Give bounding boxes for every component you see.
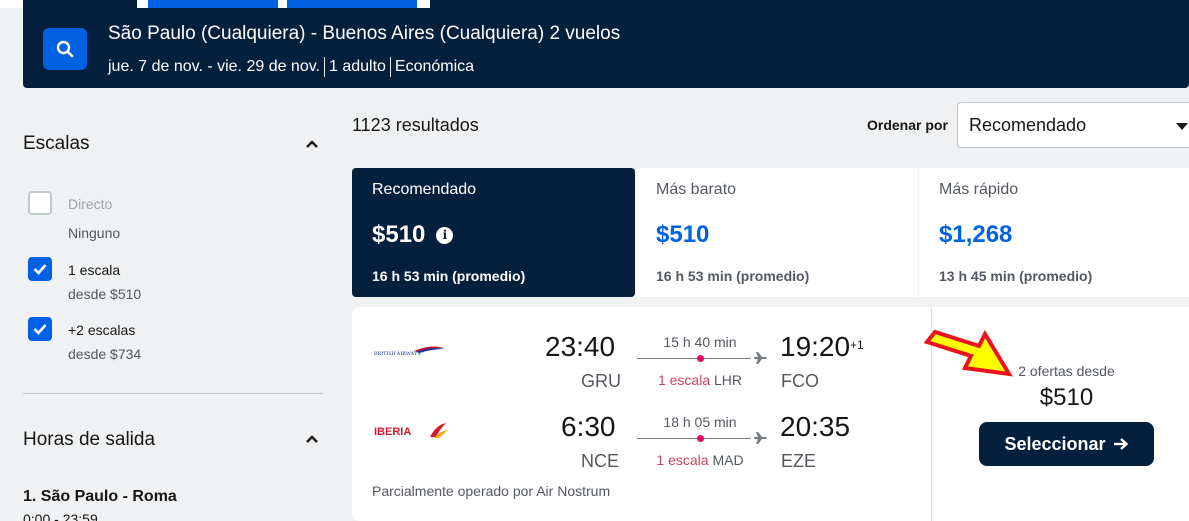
tab-price: $510: [656, 221, 710, 248]
tab-recommended[interactable]: Recomendado $510 i 16 h 53 min (promedio…: [352, 168, 635, 297]
select-button[interactable]: Seleccionar: [979, 422, 1154, 466]
arrive-time: 19:20: [780, 331, 851, 362]
top-tab-1[interactable]: [23, 0, 137, 8]
tab-label: Recomendado: [372, 181, 477, 198]
check-icon: [33, 264, 47, 275]
origin-airport: NCE: [581, 451, 620, 471]
airline-name: BRITISH AIRWAYS: [374, 351, 421, 357]
leg-duration: 18 h 05 min: [663, 414, 737, 430]
tab-label: Más barato: [656, 181, 737, 198]
depart-time: 23:40: [545, 331, 616, 362]
search-button[interactable]: [43, 28, 87, 70]
annotation-arrow-icon: [923, 329, 1013, 377]
stops-two-plus-label: +2 escalas: [68, 322, 136, 338]
depart-time: 6:30: [561, 411, 616, 442]
itinerary-price: $510: [1039, 384, 1094, 411]
select-button-label: Seleccionar: [1004, 433, 1106, 454]
search-icon: [56, 40, 74, 58]
plane-icon: [754, 432, 767, 444]
departure-time-range: 0:00 - 23:59: [23, 511, 98, 521]
departure-route-label: 1. São Paulo - Roma: [23, 488, 177, 505]
sort-label: Ordenar por: [867, 117, 948, 133]
tab-fastest[interactable]: Más rápido $1,268 13 h 45 min (promedio): [919, 168, 1189, 297]
stops-count: 1 escala: [656, 452, 709, 468]
sidebar-divider: [23, 393, 323, 394]
travellers: 1 adulto: [328, 58, 386, 75]
stop-airport: MAD: [712, 452, 744, 468]
british-airways-logo: BRITISH AIRWAYS: [374, 346, 445, 357]
sort-dropdown[interactable]: Recomendado: [957, 102, 1189, 148]
airline-name: IBERIA: [374, 426, 411, 438]
top-tab-strip: [0, 0, 1189, 8]
plane-icon: [754, 352, 767, 364]
top-tab-3[interactable]: [287, 0, 417, 8]
tab-price: $1,268: [939, 221, 1013, 248]
stops-direct-label: Directo: [68, 196, 113, 212]
search-details: jue. 7 de nov. - vie. 29 de nov. 1 adult…: [108, 57, 474, 77]
chevron-up-icon[interactable]: [305, 434, 319, 444]
separator: [389, 57, 391, 77]
cabin-class: Económica: [394, 58, 475, 75]
caret-down-icon: [1176, 123, 1188, 130]
search-summary-bar[interactable]: São Paulo (Cualquiera) - Buenos Aires (C…: [23, 8, 1189, 88]
leg-stops: 1 escala LHR: [625, 372, 775, 388]
stops-one-price: desde $510: [68, 286, 142, 302]
route-title: São Paulo (Cualquiera) - Buenos Aires (C…: [108, 23, 621, 44]
top-tab-2[interactable]: [148, 0, 278, 8]
stops-filter-title: Escalas: [23, 133, 90, 154]
tab-cheapest[interactable]: Más barato $510 16 h 53 min (promedio): [636, 168, 918, 297]
destination-airport: EZE: [781, 451, 817, 471]
destination-airport: FCO: [781, 371, 819, 391]
stops-direct-price: Ninguno: [68, 225, 121, 241]
travel-dates: jue. 7 de nov. - vie. 29 de nov.: [108, 58, 320, 75]
stops-one-checkbox[interactable]: [28, 257, 52, 281]
departure-times-title: Horas de salida: [23, 429, 156, 450]
check-icon: [33, 324, 47, 335]
stop-airport: LHR: [714, 372, 743, 388]
results-count: 1123 resultados: [352, 115, 479, 135]
stops-two-plus-price: desde $734: [68, 346, 142, 362]
stops-direct-checkbox[interactable]: [28, 191, 52, 215]
day-offset: +1: [850, 338, 864, 352]
offers-count: 2 ofertas desde: [1018, 363, 1115, 379]
chevron-up-icon[interactable]: [305, 139, 319, 149]
stop-dot: [697, 355, 704, 362]
stops-count: 1 escala: [657, 372, 711, 388]
tab-price-wrap: $510 i: [372, 221, 454, 249]
info-icon[interactable]: i: [436, 226, 454, 244]
stops-two-plus-checkbox[interactable]: [28, 317, 52, 341]
leg-line: [637, 358, 751, 359]
operated-by-note: Parcialmente operado por Air Nostrum: [372, 483, 611, 499]
tab-label: Más rápido: [939, 181, 1019, 198]
stops-one-label: 1 escala: [68, 262, 121, 278]
leg-line: [637, 438, 751, 439]
tab-duration: 13 h 45 min (promedio): [939, 268, 1093, 284]
top-tab-bar: [430, 0, 1189, 8]
tab-duration: 16 h 53 min (promedio): [656, 268, 810, 284]
iberia-logo: IBERIA: [374, 423, 448, 438]
tab-price: $510: [372, 221, 426, 248]
tab-duration: 16 h 53 min (promedio): [372, 268, 526, 284]
leg-duration: 15 h 40 min: [663, 334, 737, 350]
stop-dot: [697, 435, 704, 442]
separator: [323, 57, 325, 77]
sort-value: Recomendado: [969, 115, 1087, 135]
origin-airport: GRU: [581, 371, 621, 391]
arrow-right-icon: [1113, 438, 1128, 450]
arrive-time: 20:35: [780, 411, 851, 442]
leg-stops: 1 escala MAD: [625, 452, 775, 468]
itinerary-card[interactable]: BRITISH AIRWAYS 23:40 GRU 15 h 40 min 1 …: [352, 307, 1189, 521]
